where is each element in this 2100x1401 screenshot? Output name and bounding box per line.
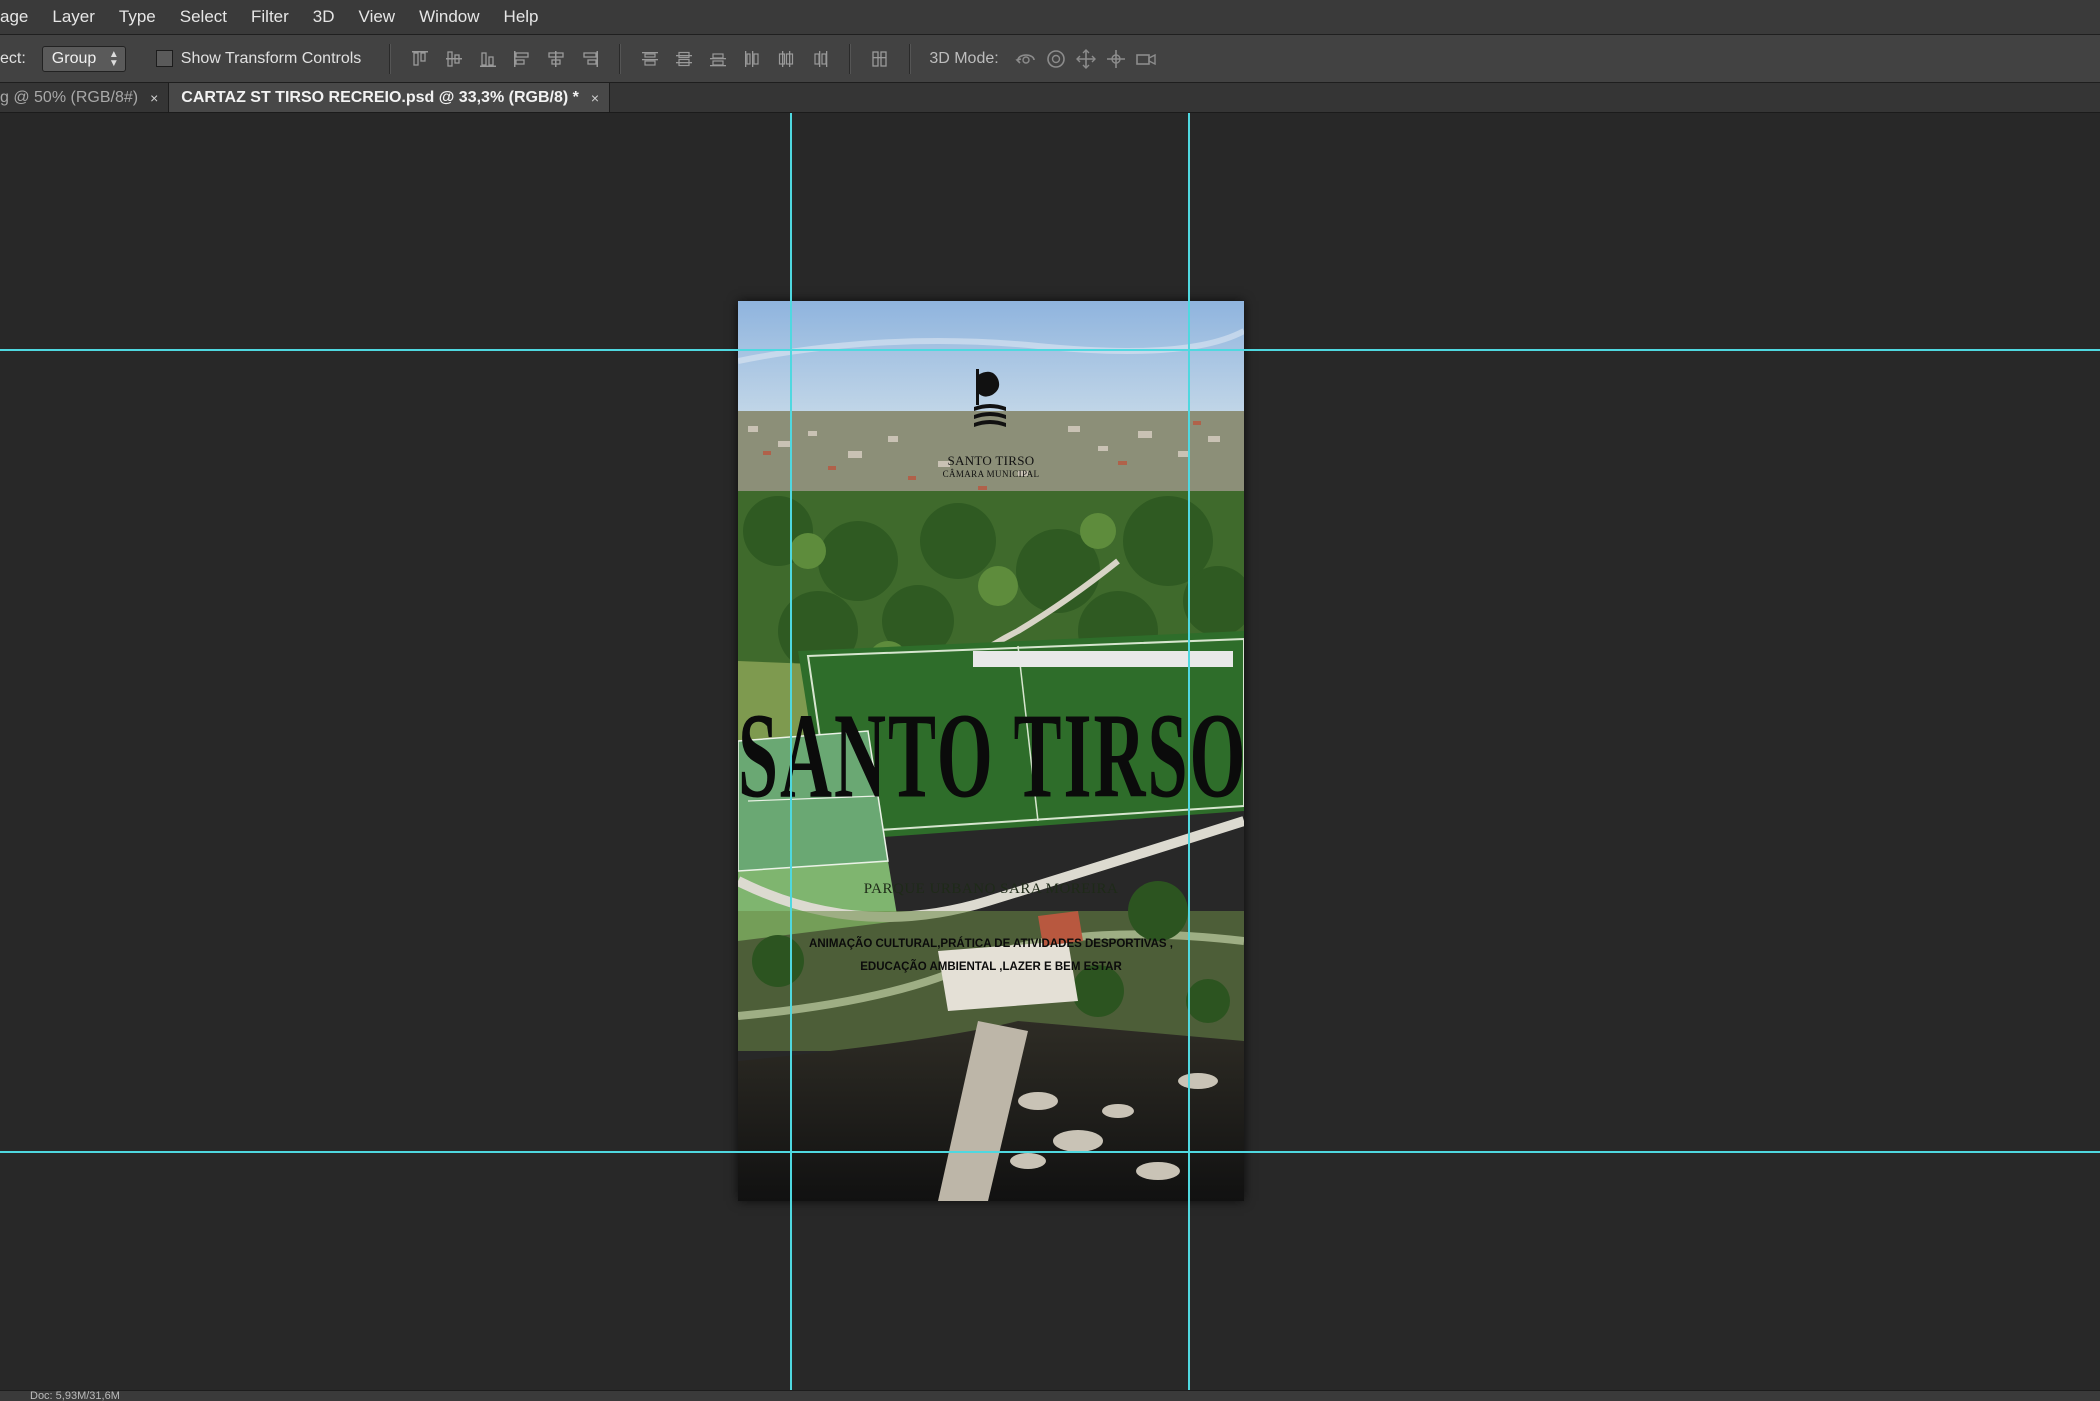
toolbar-divider (619, 43, 622, 74)
document-tab-inactive[interactable]: g @ 50% (RGB/8#) × (0, 83, 170, 112)
logo-brand-name: SANTO TIRSO (947, 453, 1035, 468)
menu-window[interactable]: Window (407, 0, 491, 34)
poster-description-line: EDUCAÇÃO AMBIENTAL ,LAZER E BEM ESTAR (860, 961, 1122, 973)
toolbar-divider (849, 43, 852, 74)
doc-size-readout: Doc: 5,93M/31,6M (30, 1390, 120, 1401)
document-tab-bar: g @ 50% (RGB/8#) × CARTAZ ST TIRSO RECRE… (0, 83, 2100, 113)
show-transform-checkbox[interactable] (155, 50, 173, 67)
distribute-top-edges-icon[interactable] (636, 45, 664, 73)
distribute-left-edges-icon[interactable] (738, 45, 766, 73)
menu-help[interactable]: Help (492, 0, 551, 34)
menu-select[interactable]: Select (168, 0, 239, 34)
canvas-workspace[interactable]: SANTO TIRSO CÂMARA MUNICIPAL SANTO TIRSO… (0, 113, 2100, 1390)
poster-description-line: ANIMAÇÃO CULTURAL,PRÁTICA DE ATIVIDADES … (809, 938, 1173, 950)
align-horizontal-centers-icon[interactable] (542, 45, 570, 73)
santo-tirso-logo: SANTO TIRSO CÂMARA MUNICIPAL (738, 373, 1244, 479)
toolbar-divider (389, 43, 392, 74)
poster-description: ANIMAÇÃO CULTURAL,PRÁTICA DE ATIVIDADES … (778, 933, 1204, 979)
options-bar: ect: Group ▲ ▼ Show Transform Controls 3… (0, 35, 2100, 83)
close-icon[interactable]: × (591, 90, 599, 106)
align-bottom-edges-icon[interactable] (474, 45, 502, 73)
guide-vertical-left[interactable] (790, 113, 792, 1390)
menu-type[interactable]: Type (107, 0, 168, 34)
slide-3d-object-icon[interactable] (1101, 45, 1131, 73)
menu-layer[interactable]: Layer (40, 0, 107, 34)
dropdown-arrows-icon: ▲ ▼ (108, 48, 119, 69)
menu-filter[interactable]: Filter (239, 0, 301, 34)
drag-3d-object-icon[interactable] (1071, 45, 1101, 73)
tab-title: CARTAZ ST TIRSO RECREIO.psd @ 33,3% (RGB… (181, 88, 579, 106)
poster-subtitle: PARQUE URBANO SARA MOREIRA (863, 881, 1119, 897)
menu-image[interactable]: age (0, 0, 40, 34)
menu-view[interactable]: View (347, 0, 408, 34)
status-bar: Doc: 5,93M/31,6M (0, 1390, 2100, 1401)
rotate-3d-object-icon[interactable] (1011, 45, 1041, 73)
distribute-horizontal-centers-icon[interactable] (772, 45, 800, 73)
auto-select-value: Group (51, 49, 97, 67)
scale-3d-object-icon[interactable] (1131, 45, 1161, 73)
menu-3d[interactable]: 3D (301, 0, 347, 34)
auto-select-dropdown[interactable]: Group ▲ ▼ (41, 45, 126, 72)
close-icon[interactable]: × (150, 90, 158, 106)
3d-mode-label: 3D Mode: (929, 49, 999, 67)
toolbar-divider (909, 43, 912, 74)
show-transform-label: Show Transform Controls (180, 49, 362, 67)
poster-document[interactable]: SANTO TIRSO CÂMARA MUNICIPAL SANTO TIRSO… (738, 301, 1244, 1201)
align-right-edges-icon[interactable] (576, 45, 604, 73)
distribute-right-edges-icon[interactable] (806, 45, 834, 73)
roll-3d-object-icon[interactable] (1041, 45, 1071, 73)
auto-select-label: ect: (0, 49, 26, 67)
distribute-vertical-centers-icon[interactable] (670, 45, 698, 73)
align-left-edges-icon[interactable] (508, 45, 536, 73)
menu-bar: age Layer Type Select Filter 3D View Win… (0, 0, 2100, 35)
logo-brand-subtitle: CÂMARA MUNICIPAL (942, 469, 1040, 479)
guide-horizontal-bottom[interactable] (0, 1151, 2100, 1153)
align-top-edges-icon[interactable] (406, 45, 434, 73)
poster-title: SANTO TIRSO (738, 687, 1244, 824)
guide-horizontal-top[interactable] (0, 349, 2100, 351)
document-tab-active[interactable]: CARTAZ ST TIRSO RECREIO.psd @ 33,3% (RGB… (169, 83, 611, 112)
auto-align-layers-icon[interactable] (866, 45, 894, 73)
align-vertical-centers-icon[interactable] (440, 45, 468, 73)
guide-vertical-right[interactable] (1188, 113, 1190, 1390)
distribute-bottom-edges-icon[interactable] (704, 45, 732, 73)
tab-title: g @ 50% (RGB/8#) (0, 88, 139, 106)
